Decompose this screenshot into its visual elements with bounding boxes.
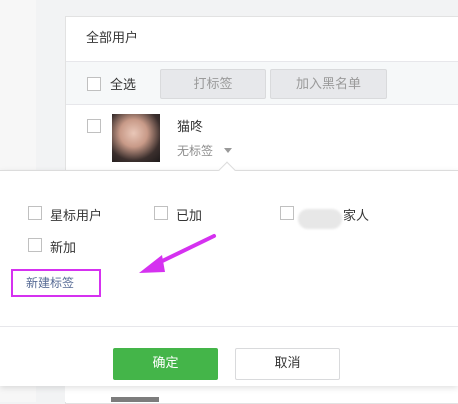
chevron-down-icon[interactable] [224,148,232,153]
add-to-blacklist-button[interactable]: 加入黑名单 [270,69,387,99]
option-family-checkbox[interactable] [280,206,294,220]
select-all-checkbox[interactable] [87,77,101,91]
option-star-user-checkbox[interactable] [28,206,42,220]
tag-popup: 星标用户 已加 家人 新加 新建标签 确定 取消 [0,170,458,386]
user-name: 猫咚 [177,120,204,135]
avatar [112,114,160,162]
blurred-label-prefix [298,209,342,229]
panel-title: 全部用户 [86,31,139,46]
option-added-checkbox[interactable] [154,206,168,220]
option-new-added-label[interactable]: 新加 [50,237,76,256]
option-family-label[interactable]: 家人 [343,205,369,224]
cancel-button[interactable]: 取消 [235,348,340,380]
user-row: 猫咚 无标签 [66,105,458,175]
option-added-label[interactable]: 已加 [176,205,202,224]
select-all-label: 全选 [110,78,137,93]
next-row-avatar [111,397,159,402]
confirm-button[interactable]: 确定 [113,348,218,380]
option-star-user-label[interactable]: 星标用户 [50,205,102,224]
option-new-added-checkbox[interactable] [28,238,42,252]
user-toolbar: 全选 打标签 加入黑名单 [66,61,458,105]
user-tag-selector[interactable]: 无标签 [177,142,213,159]
user-checkbox[interactable] [87,119,101,133]
new-tag-link[interactable]: 新建标签 [11,269,101,297]
popup-divider [0,326,458,327]
tag-button[interactable]: 打标签 [160,69,266,99]
